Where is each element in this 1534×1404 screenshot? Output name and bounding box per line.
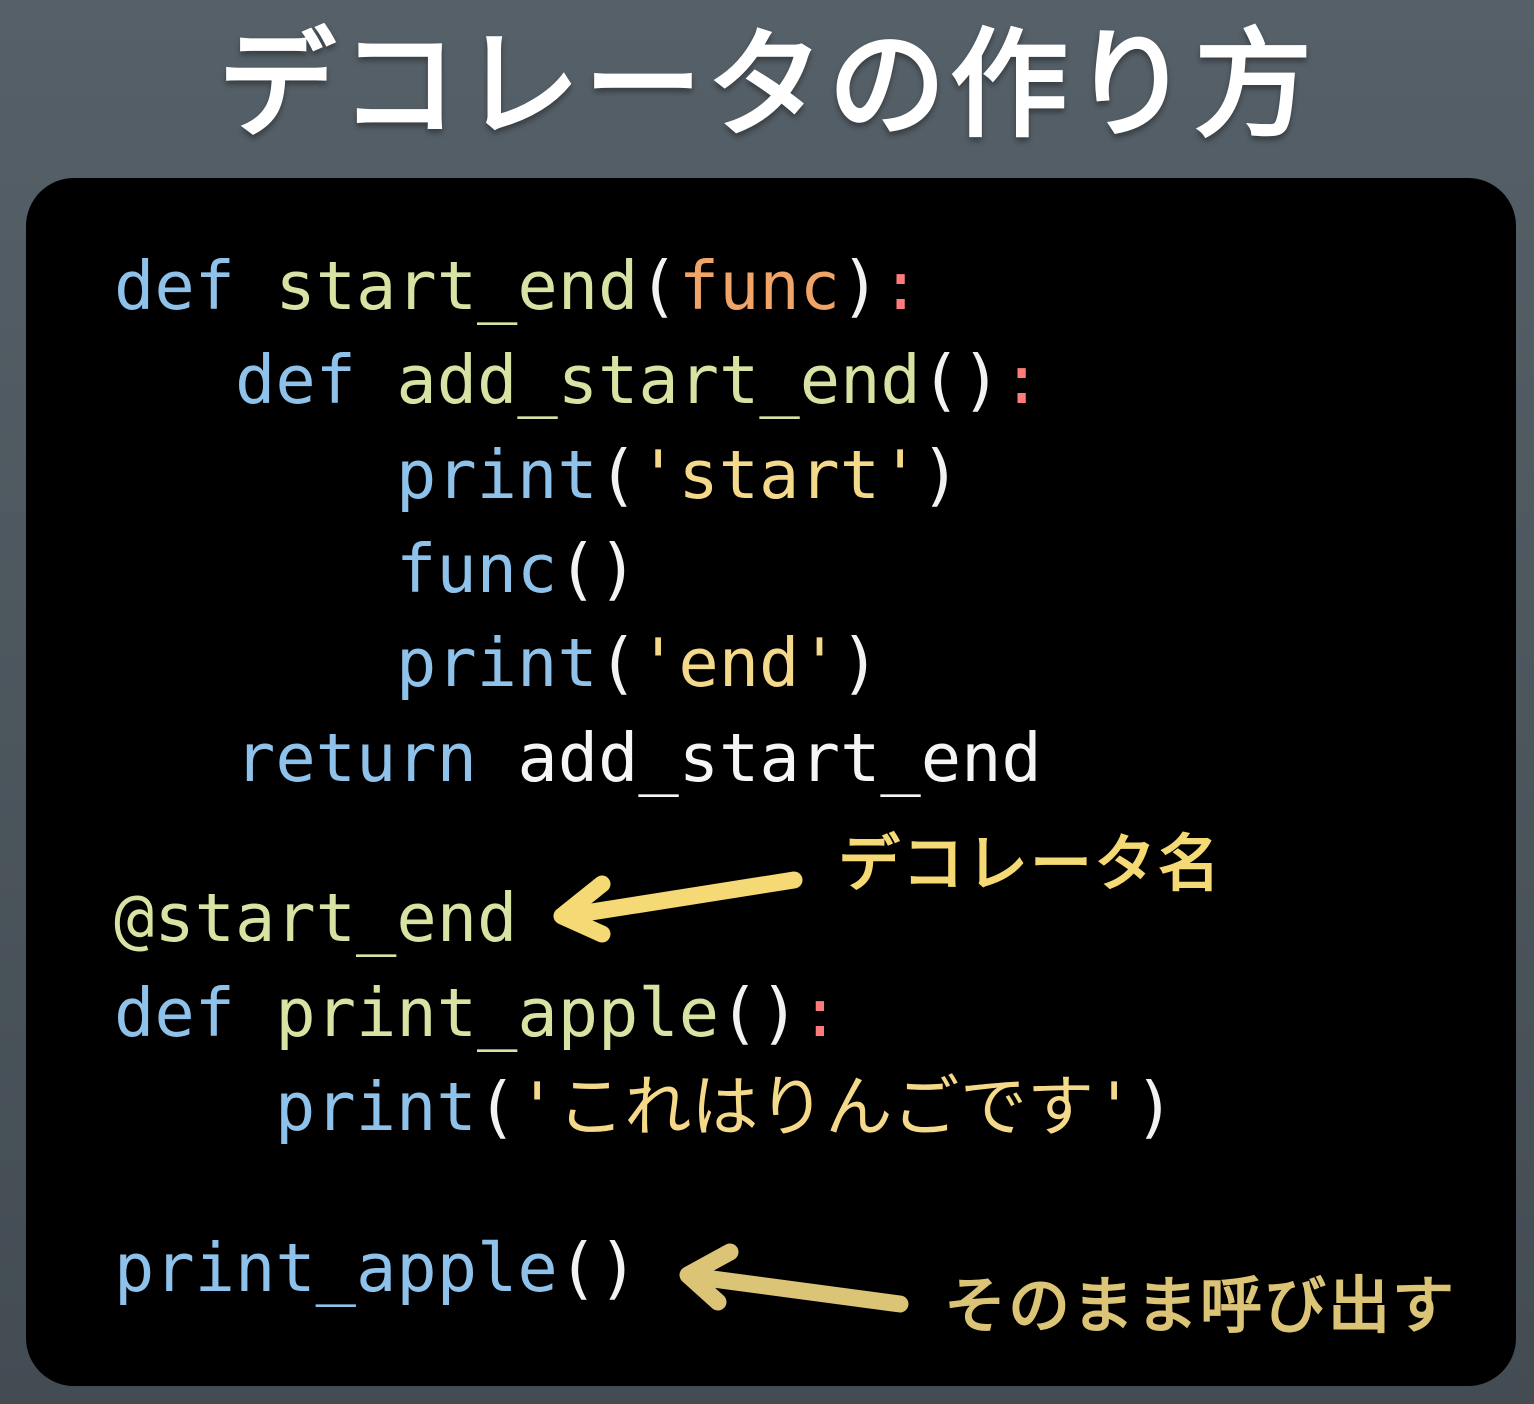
code-panel: def start_end(func): def add_start_end()…	[26, 178, 1516, 1386]
annotation-arrows	[553, 871, 909, 1313]
page-title: デコレータの作り方	[217, 16, 1316, 154]
arrow-to-decorator-icon	[553, 871, 803, 943]
arrow-to-call-icon	[679, 1243, 909, 1313]
